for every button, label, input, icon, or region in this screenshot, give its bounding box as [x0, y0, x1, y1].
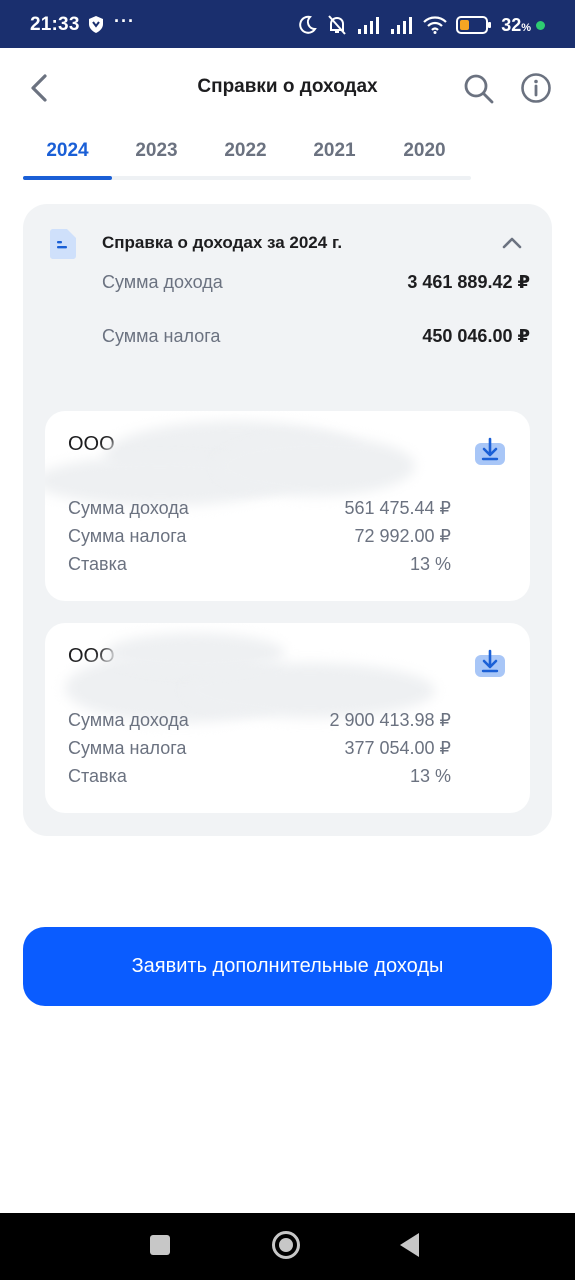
tax-label: Сумма налога [68, 738, 187, 758]
employer-card[interactable]: ООО Сумма дохода 2 900 413.98 ₽ Сумма на… [45, 623, 530, 813]
income-certificate-card: Справка о доходах за 2024 г. Сумма доход… [23, 204, 552, 836]
redacted-blur [215, 436, 415, 496]
battery-icon [456, 16, 492, 34]
download-icon[interactable] [475, 649, 505, 677]
tab-2024[interactable]: 2024 [23, 140, 112, 162]
tab-indicator [23, 176, 112, 180]
employer-card[interactable]: ООО Сумма дохода 561 475.44 ₽ Сумма нало… [45, 411, 530, 601]
declare-additional-income-button[interactable]: Заявить дополнительные доходы [23, 927, 552, 1006]
battery-percent: 32% [501, 14, 531, 35]
moon-icon [299, 15, 318, 34]
tab-2021[interactable]: 2021 [290, 140, 379, 162]
home-icon[interactable] [272, 1231, 300, 1259]
income-value: 2 900 413.98 ₽ [329, 710, 451, 730]
download-icon[interactable] [475, 437, 505, 465]
total-tax-label: Сумма налога [102, 326, 221, 346]
rate-value: 13 % [409, 766, 451, 786]
tax-value: 72 992.00 ₽ [354, 526, 451, 546]
more-notifications-icon: ··· [114, 11, 135, 31]
tax-value: 377 054.00 ₽ [344, 738, 451, 758]
search-icon[interactable] [462, 72, 496, 106]
wifi-icon [423, 16, 447, 34]
back-triangle-icon[interactable] [400, 1233, 419, 1257]
tab-2020[interactable]: 2020 [380, 140, 469, 162]
rate-label: Ставка [68, 554, 127, 574]
signal-icon-2 [391, 17, 413, 34]
chevron-up-icon[interactable] [501, 234, 523, 252]
shield-notification-icon [89, 16, 103, 33]
total-tax-value: 450 046.00 ₽ [422, 326, 530, 346]
system-navigation-bar [0, 1213, 575, 1280]
tab-2022[interactable]: 2022 [201, 140, 290, 162]
redacted-blur [105, 633, 285, 673]
rate-value: 13 % [409, 554, 451, 574]
tax-label: Сумма налога [68, 526, 187, 546]
charging-dot [536, 20, 545, 30]
income-value: 561 475.44 ₽ [344, 498, 451, 518]
total-income-label: Сумма дохода [102, 272, 223, 292]
income-label: Сумма дохода [68, 710, 189, 730]
tab-2023[interactable]: 2023 [112, 140, 201, 162]
muted-bell-icon [328, 15, 346, 35]
signal-icon [358, 17, 380, 34]
income-label: Сумма дохода [68, 498, 189, 518]
certificate-title: Справка о доходах за 2024 г. [102, 233, 343, 252]
header: Справки о доходах [0, 48, 575, 128]
year-tabs: 2024 2023 2022 2021 2020 [23, 128, 471, 182]
rate-label: Ставка [68, 766, 127, 786]
recent-apps-icon[interactable] [150, 1235, 170, 1255]
info-icon[interactable] [520, 72, 552, 104]
total-income-value: 3 461 889.42 ₽ [407, 272, 530, 292]
status-bar: 21:33 ··· 32% [0, 0, 575, 48]
document-icon [50, 229, 76, 259]
status-time: 21:33 [30, 14, 80, 35]
